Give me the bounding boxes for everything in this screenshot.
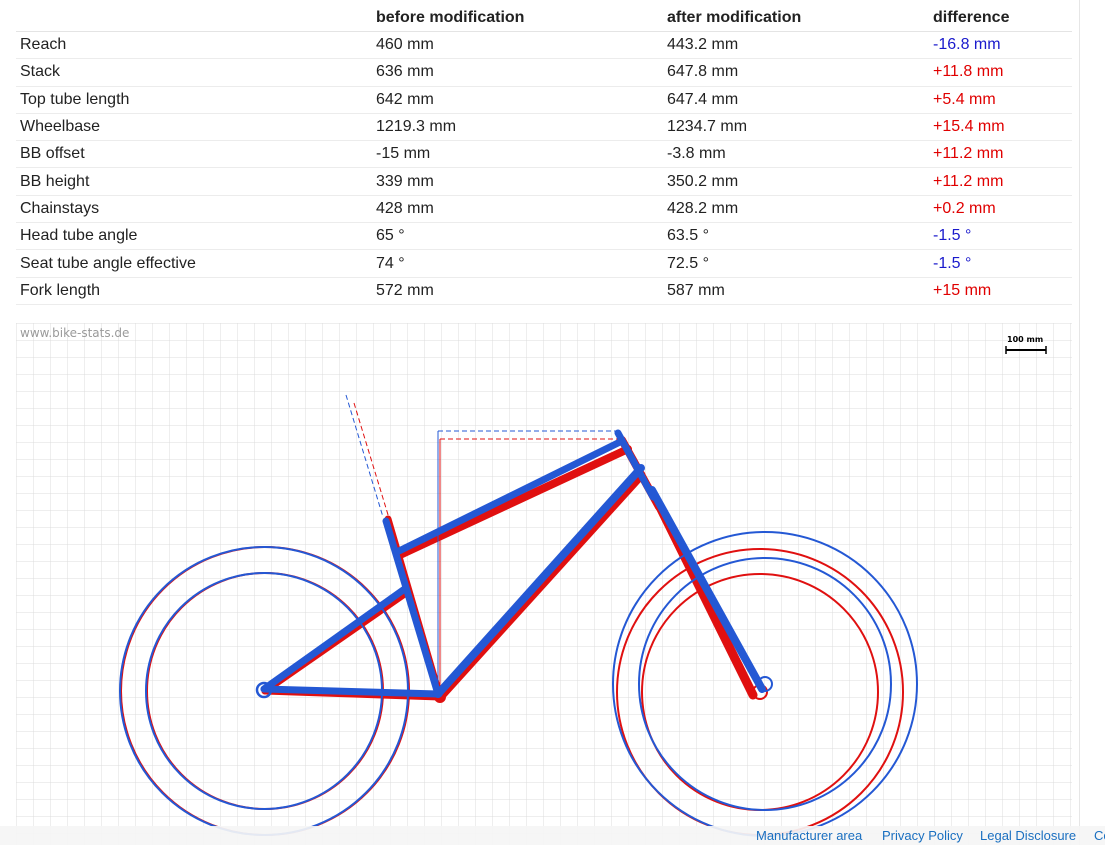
row-label: Chainstays	[16, 195, 372, 224]
table-row: Stack 636 mm 647.8 mm +11.8 mm	[16, 58, 1072, 87]
row-before-value: 428 mm	[372, 195, 663, 224]
row-difference-value: +11.2 mm	[929, 140, 1072, 169]
row-after-value: -3.8 mm	[663, 140, 929, 169]
table-row: Fork length 572 mm 587 mm +15 mm	[16, 277, 1072, 305]
row-label: Stack	[16, 58, 372, 87]
contact-link[interactable]: Co	[1094, 828, 1105, 843]
row-label: Seat tube angle effective	[16, 249, 372, 278]
row-difference-value: -16.8 mm	[929, 31, 1072, 60]
bike-geometry-diagram: www.bike-stats.de 100 mm	[16, 323, 1072, 845]
legal-disclosure-link[interactable]: Legal Disclosure	[980, 828, 1076, 843]
row-difference-value: +15 mm	[929, 277, 1072, 305]
scale-label: 100 mm	[1007, 335, 1044, 344]
row-before-value: 1219.3 mm	[372, 113, 663, 142]
row-difference-value: +0.2 mm	[929, 195, 1072, 224]
row-after-value: 428.2 mm	[663, 195, 929, 224]
row-after-value: 647.8 mm	[663, 58, 929, 87]
row-label: Head tube angle	[16, 222, 372, 251]
column-header-before: before modification	[372, 4, 663, 32]
row-before-value: 636 mm	[372, 58, 663, 87]
page-divider	[1079, 0, 1080, 845]
privacy-policy-link[interactable]: Privacy Policy	[882, 828, 963, 843]
row-label: BB height	[16, 167, 372, 196]
row-label: BB offset	[16, 140, 372, 169]
row-before-value: 572 mm	[372, 277, 663, 305]
row-label: Fork length	[16, 277, 372, 305]
row-before-value: 65 °	[372, 222, 663, 251]
row-after-value: 63.5 °	[663, 222, 929, 251]
row-before-value: 74 °	[372, 249, 663, 278]
table-row: Seat tube angle effective 74 ° 72.5 ° -1…	[16, 249, 1072, 278]
row-after-value: 1234.7 mm	[663, 113, 929, 142]
column-header-after: after modification	[663, 4, 929, 32]
table-header-row: before modification after modification d…	[16, 4, 1072, 32]
row-label: Reach	[16, 31, 372, 60]
geometry-comparison-table: before modification after modification d…	[16, 4, 1072, 305]
watermark-text: www.bike-stats.de	[20, 326, 130, 340]
row-difference-value: +11.8 mm	[929, 58, 1072, 87]
row-after-value: 443.2 mm	[663, 31, 929, 60]
row-before-value: 642 mm	[372, 86, 663, 114]
column-header-difference: difference	[929, 4, 1072, 32]
row-difference-value: -1.5 °	[929, 249, 1072, 278]
table-row: Head tube angle 65 ° 63.5 ° -1.5 °	[16, 222, 1072, 251]
table-row: BB offset -15 mm -3.8 mm +11.2 mm	[16, 140, 1072, 169]
bike-geometry-svg	[16, 323, 1072, 845]
table-row: Reach 460 mm 443.2 mm -16.8 mm	[16, 31, 1072, 60]
row-before-value: 460 mm	[372, 31, 663, 60]
row-after-value: 350.2 mm	[663, 167, 929, 196]
chainstay-after	[260, 685, 442, 698]
table-row: Top tube length 642 mm 647.4 mm +5.4 mm	[16, 86, 1072, 114]
row-label: Top tube length	[16, 86, 372, 114]
table-row: Chainstays 428 mm 428.2 mm +0.2 mm	[16, 195, 1072, 224]
bottom-bracket-after	[433, 688, 443, 698]
footer: Manufacturer area Privacy Policy Legal D…	[0, 826, 1105, 845]
manufacturer-area-link[interactable]: Manufacturer area	[756, 828, 862, 843]
row-after-value: 587 mm	[663, 277, 929, 305]
table-row: Wheelbase 1219.3 mm 1234.7 mm +15.4 mm	[16, 113, 1072, 142]
table-row: BB height 339 mm 350.2 mm +11.2 mm	[16, 167, 1072, 196]
row-before-value: -15 mm	[372, 140, 663, 169]
row-after-value: 647.4 mm	[663, 86, 929, 114]
row-after-value: 72.5 °	[663, 249, 929, 278]
row-before-value: 339 mm	[372, 167, 663, 196]
row-label: Wheelbase	[16, 113, 372, 142]
row-difference-value: -1.5 °	[929, 222, 1072, 251]
page: before modification after modification d…	[0, 0, 1105, 845]
row-difference-value: +5.4 mm	[929, 86, 1072, 114]
column-header-label	[16, 4, 372, 32]
row-difference-value: +15.4 mm	[929, 113, 1072, 142]
row-difference-value: +11.2 mm	[929, 167, 1072, 196]
